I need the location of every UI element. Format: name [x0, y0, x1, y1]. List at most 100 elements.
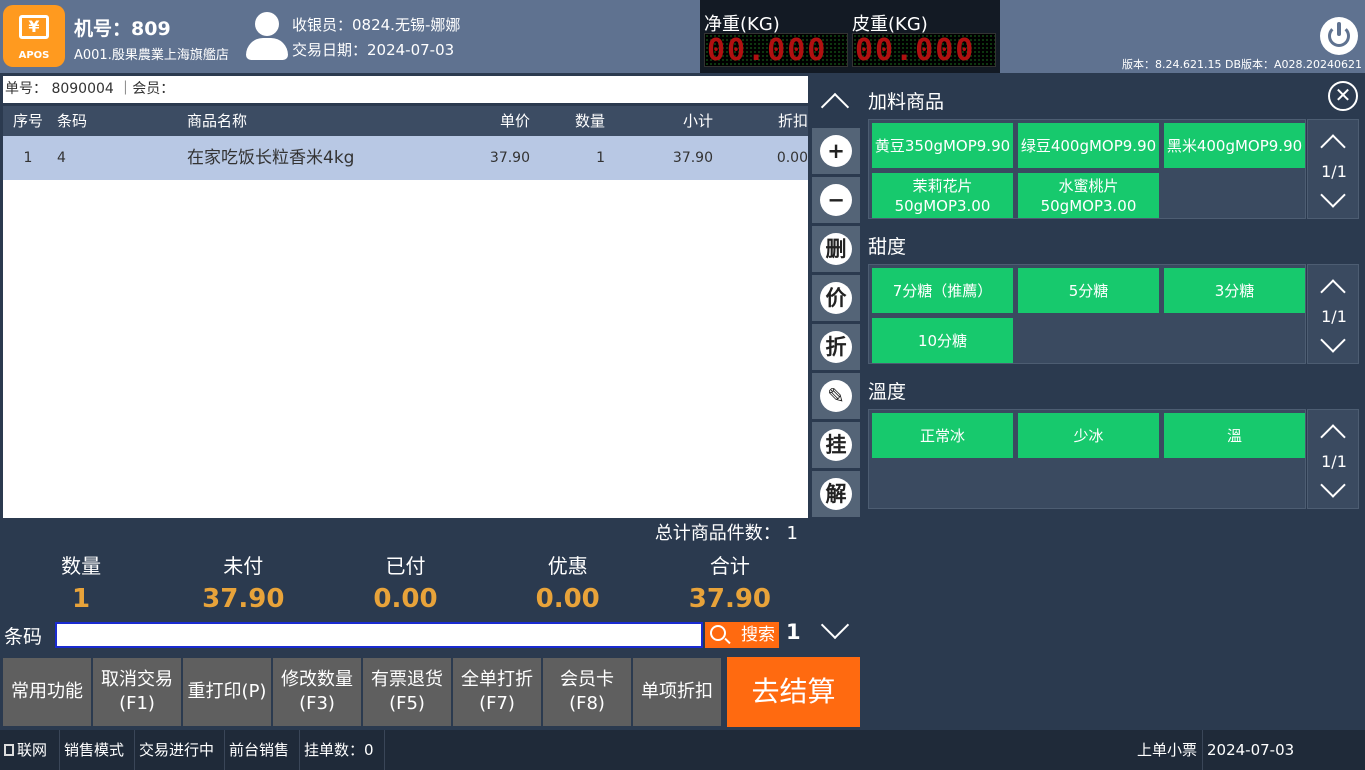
sale-type: 前台销售 — [225, 730, 300, 770]
item-discount-button[interactable]: 单项折扣 — [633, 658, 721, 726]
chevron-down-icon[interactable] — [1320, 182, 1346, 208]
search-button[interactable]: 搜索 — [705, 622, 779, 648]
sales-mode: 销售模式 — [60, 730, 135, 770]
plus-icon: + — [820, 135, 852, 167]
button-shortcut: (F8) — [569, 693, 605, 714]
checkout-button[interactable]: 去结算 — [727, 657, 860, 727]
summary-label: 已付 — [385, 554, 426, 578]
summary-value: 1 — [72, 584, 91, 614]
search-icon — [710, 625, 726, 641]
member-card-button[interactable]: 会员卡 (F8) — [543, 658, 631, 726]
minus-icon: − — [820, 184, 852, 216]
chevron-down-icon[interactable] — [1320, 472, 1346, 498]
scroll-down-button[interactable] — [811, 607, 861, 653]
order-discount-button[interactable]: 全单打折 (F7) — [453, 658, 541, 726]
options-panel: ✕ 加料商品 黄豆350gMOP9.90 绿豆400gMOP9.90 黑米400… — [863, 73, 1365, 730]
button-shortcut: (F1) — [119, 693, 155, 714]
cell-qty: 1 — [596, 150, 605, 166]
cash-register-icon: ¥ — [19, 15, 49, 39]
addon-pager: 1/1 — [1307, 119, 1359, 219]
common-functions-button[interactable]: 常用功能 — [3, 658, 91, 726]
last-receipt-button[interactable]: 上单小票 — [1133, 730, 1203, 770]
button-shortcut: (F3) — [299, 693, 335, 714]
chevron-down-icon[interactable] — [1320, 327, 1346, 353]
temperature-item[interactable]: 溫 — [1164, 413, 1305, 458]
col-header-subtotal: 小计 — [682, 112, 713, 130]
return-with-receipt-button[interactable]: 有票退货 (F5) — [363, 658, 451, 726]
modify-quantity-button[interactable]: 修改数量 (F3) — [273, 658, 361, 726]
trade-date: 交易日期：2024-07-03 — [292, 41, 455, 59]
summary-label: 未付 — [223, 554, 264, 578]
sweetness-item-grid: 7分糖（推薦） 5分糖 3分糖 10分糖 — [868, 264, 1306, 364]
discount-button[interactable]: 折 — [812, 324, 860, 370]
network-status: 联网 — [0, 730, 60, 770]
total-item-count: 总计商品件数： 1 — [3, 519, 808, 549]
summary-label: 优惠 — [547, 554, 588, 578]
button-label: 有票退货 — [371, 669, 443, 690]
delete-item-button[interactable]: 删 — [812, 226, 860, 272]
table-row[interactable]: 1 4 在家吃饭长粒香米4kg 37.90 1 37.90 0.00 — [3, 136, 808, 180]
transaction-state: 交易进行中 — [135, 730, 225, 770]
hold-order-button[interactable]: 挂 — [812, 422, 860, 468]
reduce-qty-button[interactable]: − — [812, 177, 860, 223]
temperature-pager: 1/1 — [1307, 409, 1359, 509]
addon-item[interactable]: 黑米400gMOP9.90 — [1164, 123, 1305, 168]
network-icon — [4, 744, 14, 756]
cell-discount: 0.00 — [776, 150, 808, 166]
summary-discount: 优惠 0.00 — [487, 551, 649, 617]
chevron-up-icon[interactable] — [1320, 134, 1346, 160]
chevron-down-icon — [820, 610, 850, 640]
button-label: 取消交易 — [101, 669, 173, 690]
power-icon[interactable] — [1320, 17, 1358, 55]
page-indicator: 1/1 — [1321, 307, 1347, 326]
summary-unpaid: 未付 37.90 — [162, 551, 324, 617]
col-header-qty: 数量 — [574, 112, 605, 130]
release-icon: 解 — [820, 478, 852, 510]
summary-value: 37.90 — [202, 584, 285, 614]
summary-total: 合计 37.90 — [649, 551, 811, 617]
temperature-group-title: 溫度 — [868, 381, 907, 403]
sweetness-item[interactable]: 3分糖 — [1164, 268, 1305, 313]
addon-item[interactable]: 茉莉花片 50gMOP3.00 — [872, 173, 1013, 218]
temperature-item[interactable]: 少冰 — [1018, 413, 1159, 458]
hold-count: 挂单数：0 — [300, 730, 385, 770]
search-button-label: 搜索 — [741, 625, 775, 645]
tool-column: + − 删 价 折 ✎ 挂 解 — [811, 73, 861, 656]
temperature-item[interactable]: 正常冰 — [872, 413, 1013, 458]
col-header-seq: 序号 — [12, 112, 43, 130]
button-shortcut: (F7) — [479, 693, 515, 714]
col-header-name: 商品名称 — [187, 112, 248, 130]
reprint-button[interactable]: 重打印(P) — [183, 658, 271, 726]
addon-item[interactable]: 黄豆350gMOP9.90 — [872, 123, 1013, 168]
addon-item[interactable]: 水蜜桃片 50gMOP3.00 — [1018, 173, 1159, 218]
chevron-up-icon — [820, 92, 850, 122]
net-weight-display: 00.000 — [704, 33, 848, 67]
scroll-up-button[interactable] — [811, 79, 861, 125]
tare-weight-display: 00.000 — [852, 33, 996, 67]
page-indicator: 1/1 — [1321, 162, 1347, 181]
chevron-up-icon[interactable] — [1320, 424, 1346, 450]
button-label: 会员卡 — [560, 669, 614, 690]
chevron-up-icon[interactable] — [1320, 279, 1346, 305]
order-table-body: 1 4 在家吃饭长粒香米4kg 37.90 1 37.90 0.00 — [3, 136, 808, 518]
col-header-price: 单价 — [499, 112, 530, 130]
cell-name: 在家吃饭长粒香米4kg — [187, 148, 355, 168]
sweetness-item[interactable]: 5分糖 — [1018, 268, 1159, 313]
apos-logo: ¥ APOS — [3, 5, 65, 67]
pencil-icon: ✎ — [820, 380, 852, 412]
cell-price: 37.90 — [489, 150, 530, 166]
edit-item-button[interactable]: ✎ — [812, 373, 860, 419]
sweetness-item[interactable]: 7分糖（推薦） — [872, 268, 1013, 313]
change-price-button[interactable]: 价 — [812, 275, 860, 321]
sweetness-item[interactable]: 10分糖 — [872, 318, 1013, 363]
button-label: 全单打折 — [461, 669, 533, 690]
addon-item[interactable]: 绿豆400gMOP9.90 — [1018, 123, 1159, 168]
add-qty-button[interactable]: + — [812, 128, 860, 174]
close-icon[interactable]: ✕ — [1328, 81, 1358, 111]
release-order-button[interactable]: 解 — [812, 471, 860, 517]
summary-value: 0.00 — [535, 584, 600, 614]
cancel-transaction-button[interactable]: 取消交易 (F1) — [93, 658, 181, 726]
barcode-input[interactable] — [55, 622, 703, 648]
price-icon: 价 — [820, 282, 852, 314]
button-label: 单项折扣 — [641, 681, 713, 702]
